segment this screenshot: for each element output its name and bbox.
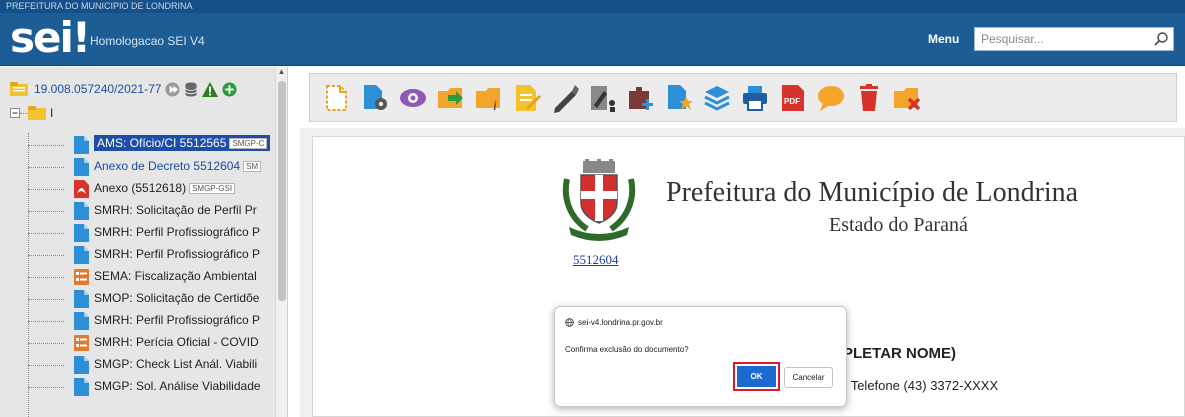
svg-text:i: i [493,99,497,113]
tree-item[interactable]: SMGP: Check List Anál. Viabili [0,354,276,376]
signature-block-icon[interactable] [588,83,618,113]
tree-item-label: SEMA: Fiscalização Ambiental [94,269,257,283]
cancel-document-icon[interactable] [892,83,922,113]
environment-name: Homologacao SEI V4 [90,34,205,48]
tree-item-label: Anexo de Decreto 5512604 SM [94,159,262,173]
sign-icon[interactable] [550,83,580,113]
scroll-thumb[interactable] [278,81,286,301]
move-document-icon[interactable] [436,83,466,113]
body-text-heading: PLETAR NOME) [843,345,957,362]
document-icon [74,158,89,176]
collapse-icon[interactable] [10,108,20,118]
tree-item[interactable]: SEMA: Fiscalização Ambiental [0,266,276,288]
process-tree: 19.008.057240/2021-77 I AMS: Ofício/CI 5… [0,67,288,417]
pdf-icon [74,180,89,198]
tree-item[interactable]: Anexo (5512618) SMGP-GSI [0,178,276,200]
tree-item-label: SMRH: Perfil Profissiográfico P [94,313,261,327]
print-icon[interactable] [740,83,770,113]
sei-logo[interactable]: sei! [10,17,91,59]
scroll-up-icon[interactable]: ▲ [276,67,287,79]
coat-of-arms-icon [562,159,636,241]
document-icon [74,202,89,220]
ok-highlight-frame: OK [733,362,780,391]
search-icon[interactable] [1153,31,1169,47]
view-icon[interactable] [398,83,428,113]
tree-item[interactable]: SMOP: Solicitação de Certidõe [0,288,276,310]
tree-item[interactable]: SMRH: Perfil Profissiográfico P [0,244,276,266]
document-icon [74,246,89,264]
edit-document-icon[interactable] [512,83,542,113]
document-icon [74,224,89,242]
cancel-button[interactable]: Cancelar [784,367,833,388]
form-icon [74,335,89,351]
add-block-icon[interactable] [626,83,656,113]
document-link[interactable]: 5512604 [573,252,619,268]
document-info-icon[interactable]: i [474,83,504,113]
tree-item[interactable]: SMRH: Perfil Profissiográfico P [0,222,276,244]
search-box [974,27,1174,51]
tree-item-label: AMS: Ofício/CI 5512565 SMGP-C [94,135,271,151]
new-document-icon[interactable] [322,83,352,113]
tree-scrollbar[interactable]: ▲ [275,67,287,417]
ok-button[interactable]: OK [737,366,776,387]
comment-icon[interactable] [816,83,846,113]
tree-item-label: SMGP: Sol. Análise Viabilidade [94,379,261,393]
folder-icon [28,106,46,120]
confirm-dialog: sei-v4.londrina.pr.gov.br Confirma exclu… [554,306,847,407]
document-icon [74,356,89,374]
tree-item[interactable]: SMGP: Sol. Análise Viabilidade [0,376,276,398]
document-toolbar: i PDF [309,73,1177,122]
tree-item[interactable]: AMS: Ofício/CI 5512565 SMGP-C [0,134,276,156]
folder-row[interactable]: I [10,103,53,123]
process-number[interactable]: 19.008.057240/2021-77 [34,82,161,96]
process-folder-icon [10,82,28,96]
layers-icon[interactable] [702,83,732,113]
tree-item[interactable]: SMRH: Perfil Profissiográfico P [0,310,276,332]
dialog-message: Confirma exclusão do documento? [565,345,689,354]
tree-item-label: SMRH: Solicitação de Perfil Pr [94,203,257,217]
globe-icon [565,318,574,327]
body-text-phone: - Telefone (43) 3372-XXXX [843,378,999,393]
folder-label: I [50,106,54,120]
forward-icon[interactable] [165,81,180,97]
dialog-origin-text: sei-v4.londrina.pr.gov.br [578,318,663,327]
menu-link[interactable]: Menu [928,32,959,46]
document-settings-icon[interactable] [360,83,390,113]
document-icon [74,312,89,330]
tree-item-label: SMOP: Solicitação de Certidõe [94,291,260,305]
warning-icon[interactable] [202,81,219,97]
tree-item-label: SMRH: Perícia Oficial - COVID [94,335,259,349]
document-icon [74,136,89,154]
svg-text:PDF: PDF [784,97,800,106]
favorite-document-icon[interactable] [664,83,694,113]
logo-bang: ! [71,13,91,62]
tree-item-label: Anexo (5512618) SMGP-GSI [94,181,236,195]
database-icon[interactable] [184,81,198,97]
org-subtitle: Estado do Paraná [829,214,968,236]
delete-icon[interactable] [854,83,884,113]
document-icon [74,290,89,308]
tree-item[interactable]: SMRH: Perícia Oficial - COVID [0,332,276,354]
form-icon [74,269,89,285]
tree-item-label: SMRH: Perfil Profissiográfico P [94,225,261,239]
search-input[interactable] [975,28,1145,50]
tree-item[interactable]: Anexo de Decreto 5512604 SM [0,156,276,178]
logo-text: sei [10,13,74,62]
dialog-origin: sei-v4.londrina.pr.gov.br [565,318,663,327]
top-banner: PREFEITURA DO MUNICIPIO DE LONDRINA [0,0,1185,13]
document-icon [74,378,89,396]
add-icon[interactable] [222,81,237,97]
app-header: sei! Homologacao SEI V4 Menu [0,13,1185,66]
tree-item-label: SMRH: Perfil Profissiográfico P [94,247,261,261]
org-title: Prefeitura do Município de Londrina [666,177,1079,208]
tree-item[interactable]: SMRH: Solicitação de Perfil Pr [0,200,276,222]
process-row[interactable]: 19.008.057240/2021-77 [10,79,237,99]
tree-item-label: SMGP: Check List Anál. Viabili [94,357,258,371]
pdf-export-icon[interactable]: PDF [778,83,808,113]
